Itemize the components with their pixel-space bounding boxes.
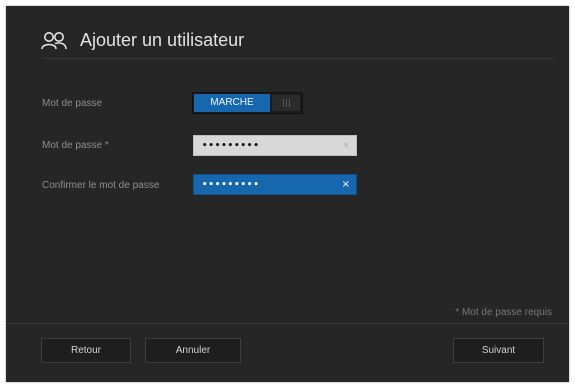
toggle-state-label: MARCHE: [194, 94, 270, 112]
cancel-button[interactable]: Annuler: [145, 338, 241, 363]
password-input[interactable]: ••••••••• ×: [193, 135, 357, 156]
clear-icon[interactable]: ×: [342, 136, 350, 155]
password-toggle[interactable]: MARCHE: [192, 92, 303, 114]
next-button[interactable]: Suivant: [453, 338, 544, 363]
back-button[interactable]: Retour: [41, 338, 131, 363]
password-value: •••••••••: [202, 141, 260, 151]
footer-divider: [6, 323, 569, 324]
users-icon: [41, 32, 67, 50]
header-divider: [42, 58, 554, 59]
clear-icon[interactable]: ×: [342, 175, 350, 194]
password-toggle-label: Mot de passe: [42, 98, 103, 109]
toggle-handle[interactable]: [272, 95, 300, 111]
password-label: Mot de passe *: [42, 140, 109, 151]
dialog-header: Ajouter un utilisateur: [6, 6, 569, 66]
page-title: Ajouter un utilisateur: [80, 30, 245, 50]
confirm-password-value: •••••••••: [202, 180, 260, 190]
confirm-password-label: Confirmer le mot de passe: [42, 180, 160, 191]
add-user-dialog: Ajouter un utilisateur Mot de passe MARC…: [6, 6, 569, 382]
required-footnote: * Mot de passe requis: [455, 307, 552, 318]
confirm-password-input[interactable]: ••••••••• ×: [193, 174, 357, 195]
